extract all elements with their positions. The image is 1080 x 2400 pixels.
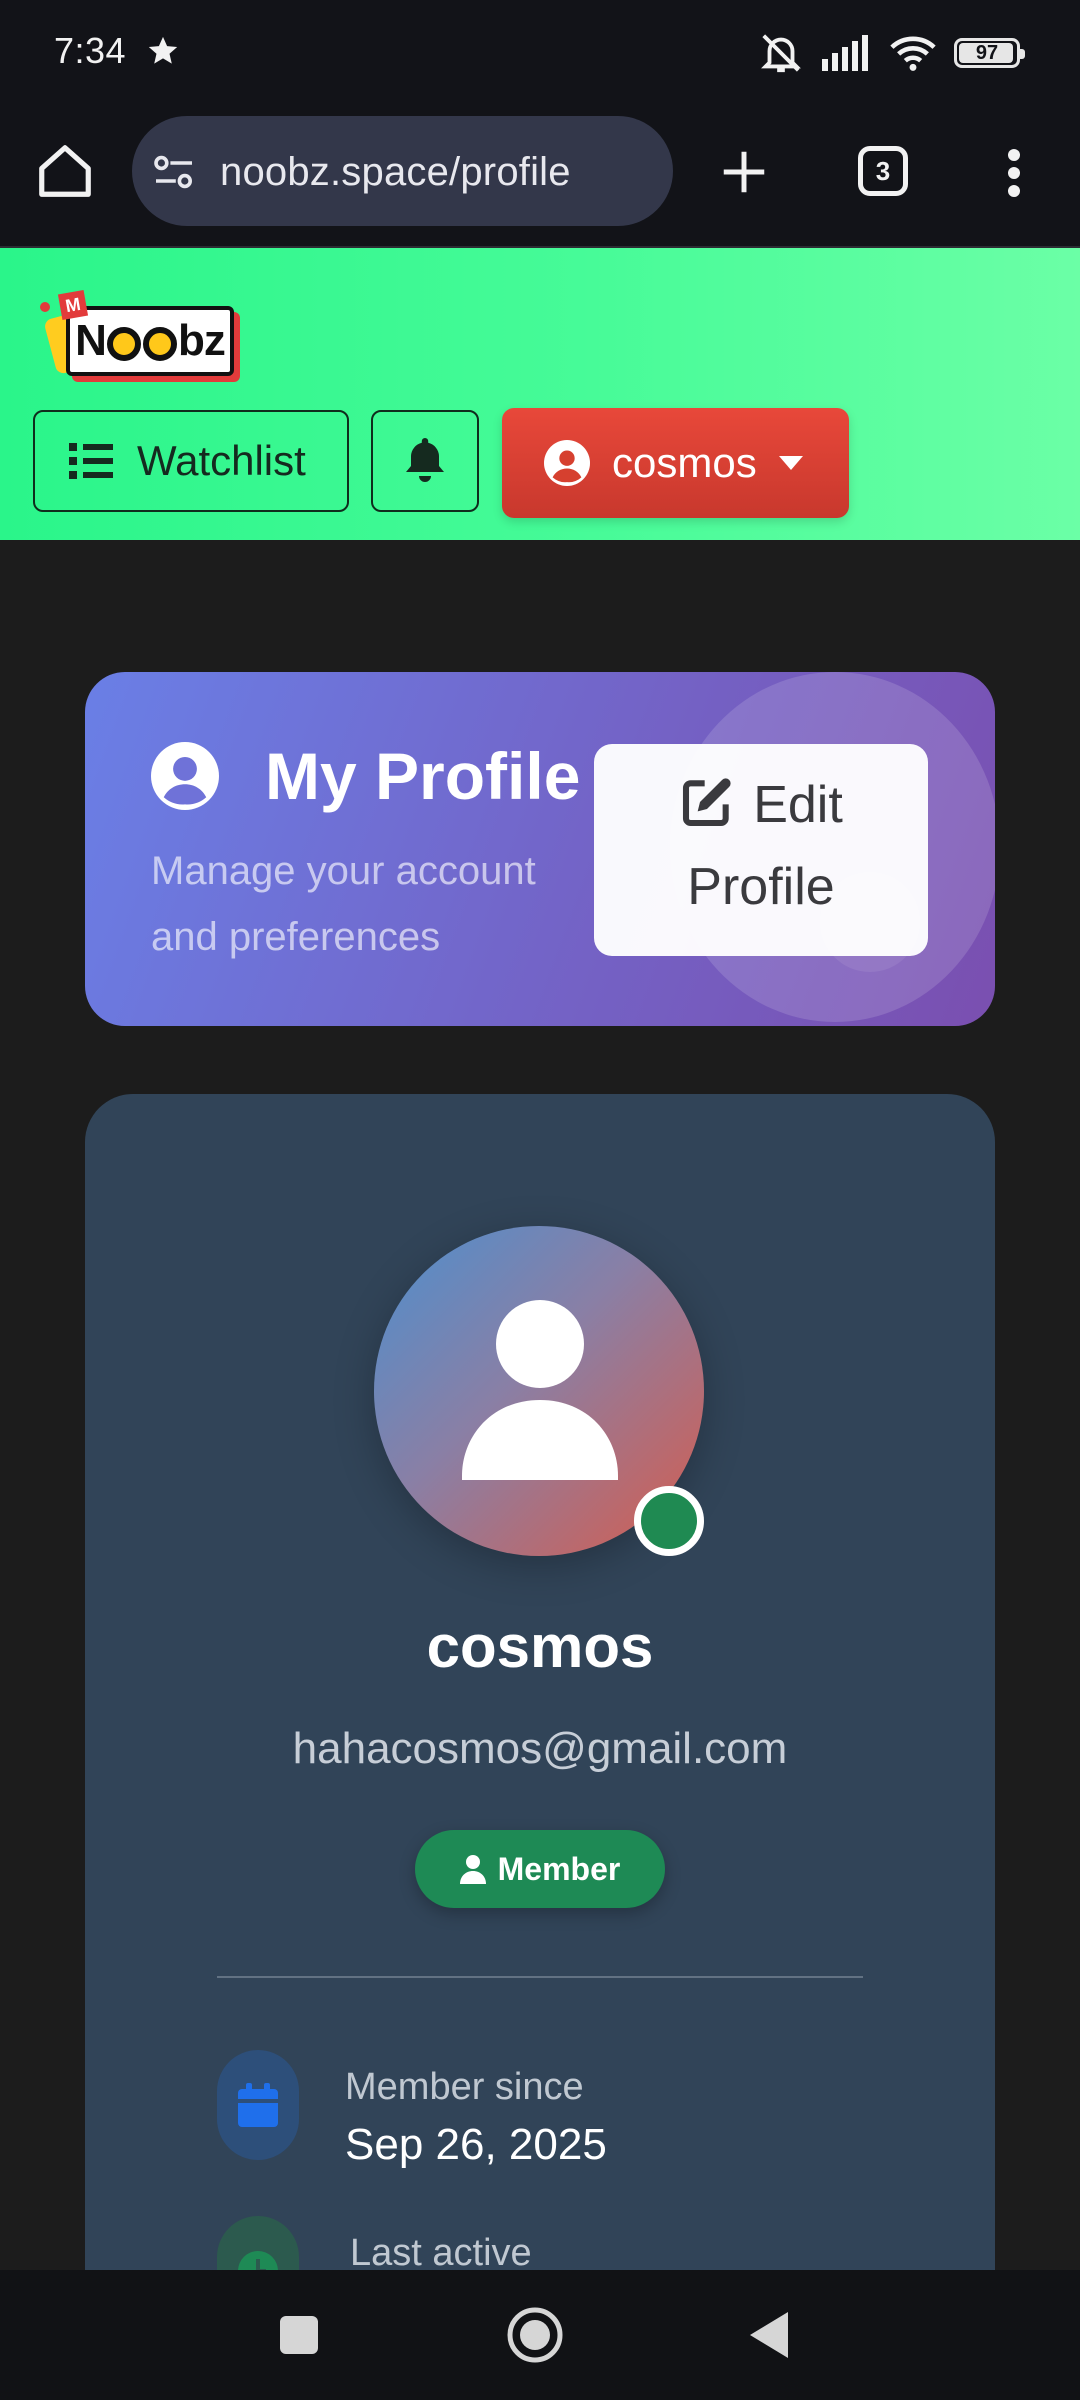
watchlist-button[interactable]: Watchlist <box>33 410 349 512</box>
user-circle-icon <box>544 440 590 486</box>
wifi-icon <box>890 36 936 71</box>
user-name: cosmos <box>426 1613 654 1680</box>
url-text[interactable]: noobz.space/profile <box>220 150 571 195</box>
status-time: 7:34 <box>54 30 127 71</box>
mute-icon <box>761 34 801 73</box>
user-menu-button[interactable]: cosmos <box>502 408 849 518</box>
edit-label: Edit <box>753 776 843 834</box>
tune-icon[interactable] <box>152 154 196 190</box>
last-active-label: Last active <box>350 2232 532 2270</box>
more-vert-icon[interactable] <box>996 146 1032 200</box>
user-email: hahacosmos@gmail.com <box>292 1724 788 1773</box>
edit-profile-button[interactable]: Edit Profile <box>594 744 928 956</box>
signal-icon <box>822 35 868 71</box>
online-status-dot <box>634 1486 704 1556</box>
logo-letters-bz: bz <box>177 316 226 365</box>
page-content: My Profile Manage your account and prefe… <box>0 540 1080 2270</box>
person-icon <box>459 1855 486 1884</box>
caret-down-icon <box>778 456 803 470</box>
logo-o-icon <box>142 327 177 361</box>
square-icon[interactable] <box>278 2314 320 2356</box>
member-since-value: Sep 26, 2025 <box>345 2120 607 2169</box>
battery-icon: 97 <box>954 38 1025 68</box>
divider <box>217 1976 863 1978</box>
page-title: My Profile <box>265 739 581 813</box>
logo-m-badge: M <box>57 289 89 321</box>
address-bar[interactable]: noobz.space/profile <box>132 116 673 226</box>
tab-count: 3 <box>875 155 891 186</box>
person-icon <box>462 1300 618 1480</box>
logo-o-icon <box>106 327 141 361</box>
screen: 7:34 97 noobz.space/profile 3 Nbz M Watc… <box>0 0 1080 2400</box>
logo-wordmark: Nbz <box>66 306 234 376</box>
bell-icon <box>406 438 444 482</box>
calendar-icon <box>238 2083 278 2127</box>
watchlist-label: Watchlist <box>137 437 306 484</box>
battery-level: 97 <box>975 41 999 64</box>
back-triangle-icon[interactable] <box>748 2310 790 2360</box>
user-info-card: cosmos hahacosmos@gmail.com Member Membe… <box>85 1094 995 2270</box>
clock-icon-wrap <box>217 2216 299 2270</box>
role-label: Member <box>497 1850 621 1887</box>
status-bar: 7:34 97 <box>0 0 1080 110</box>
system-nav-bar <box>0 2270 1080 2400</box>
site-header: Nbz M Watchlist cosmos <box>0 248 1080 540</box>
calendar-icon-wrap <box>217 2050 299 2160</box>
clock-icon <box>238 2251 278 2270</box>
role-badge: Member <box>415 1830 665 1908</box>
browser-toolbar: noobz.space/profile 3 <box>0 110 1080 248</box>
notifications-button[interactable] <box>371 410 479 512</box>
site-logo[interactable]: Nbz M <box>36 289 244 392</box>
page-subtitle: Manage your account and preferences <box>151 849 536 959</box>
home-icon[interactable] <box>34 140 96 202</box>
profile-header-card: My Profile Manage your account and prefe… <box>85 672 995 1026</box>
user-menu-label: cosmos <box>612 439 757 486</box>
logo-spark <box>40 302 50 312</box>
edit-label-line2: Profile <box>687 858 835 916</box>
user-circle-icon <box>151 742 219 810</box>
star-icon <box>148 36 178 64</box>
plus-icon[interactable] <box>717 145 771 199</box>
member-since-label: Member since <box>345 2066 584 2108</box>
list-icon <box>69 443 113 479</box>
logo-letter-n: N <box>75 316 107 365</box>
status-icons: 97 <box>758 30 1025 76</box>
tabs-button[interactable]: 3 <box>858 146 908 196</box>
circle-icon[interactable] <box>506 2306 564 2364</box>
edit-icon <box>683 778 731 827</box>
